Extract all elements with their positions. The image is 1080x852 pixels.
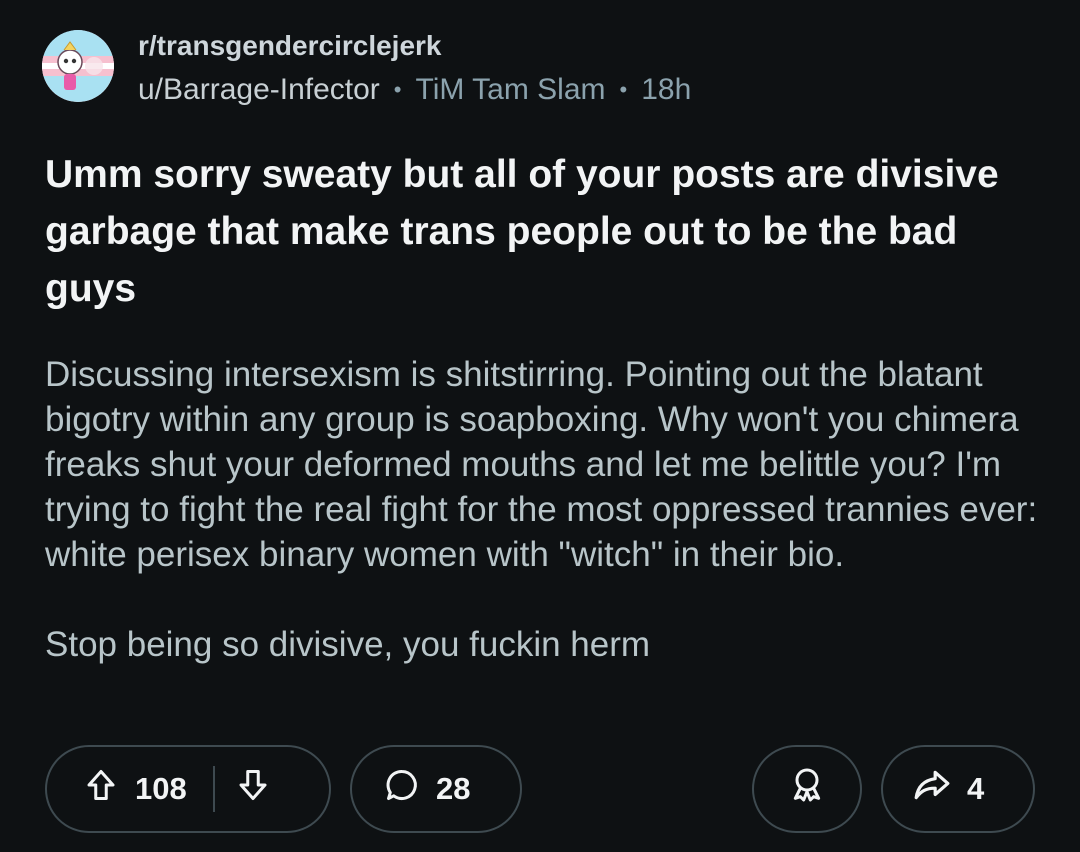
- share-button[interactable]: 4: [881, 745, 1035, 833]
- post-time: 18h: [641, 73, 692, 106]
- post-body: Discussing intersexism is shitstirring. …: [45, 352, 1055, 667]
- arrow-up-icon[interactable]: [83, 767, 119, 811]
- avatar-icon: [42, 30, 114, 102]
- body-paragraph: Stop being so divisive, you fuckin herm: [45, 625, 651, 664]
- share-arrow-icon: [913, 766, 951, 812]
- separator-dot: •: [393, 77, 402, 102]
- upvote-count: 108: [135, 771, 187, 806]
- share-count: 4: [967, 771, 985, 806]
- action-bar: 108 28 4: [45, 745, 1035, 835]
- comment-count: 28: [436, 771, 471, 806]
- award-ribbon-icon: [787, 765, 827, 813]
- user-flair: TiM Tam Slam: [415, 73, 606, 106]
- subreddit-name[interactable]: r/transgendercirclejerk: [138, 30, 691, 62]
- byline: u/Barrage-Infector • TiM Tam Slam • 18h: [138, 72, 691, 108]
- award-button[interactable]: [752, 745, 862, 833]
- post-header: r/transgendercirclejerk u/Barrage-Infect…: [42, 30, 691, 108]
- vote-divider: [212, 766, 215, 812]
- comments-button[interactable]: 28: [350, 745, 522, 833]
- speech-bubble-icon: [384, 767, 420, 811]
- separator-dot: •: [619, 77, 628, 102]
- arrow-down-icon[interactable]: [235, 767, 271, 811]
- vote-control: 108: [45, 745, 331, 833]
- post-meta: r/transgendercirclejerk u/Barrage-Infect…: [138, 30, 691, 108]
- body-paragraph: Discussing intersexism is shitstirring. …: [45, 355, 1038, 574]
- post-title: Umm sorry sweaty but all of your posts a…: [45, 153, 999, 310]
- subreddit-avatar[interactable]: [42, 30, 114, 102]
- post-card: r/transgendercirclejerk u/Barrage-Infect…: [0, 0, 1080, 852]
- author-name[interactable]: u/Barrage-Infector: [138, 72, 380, 108]
